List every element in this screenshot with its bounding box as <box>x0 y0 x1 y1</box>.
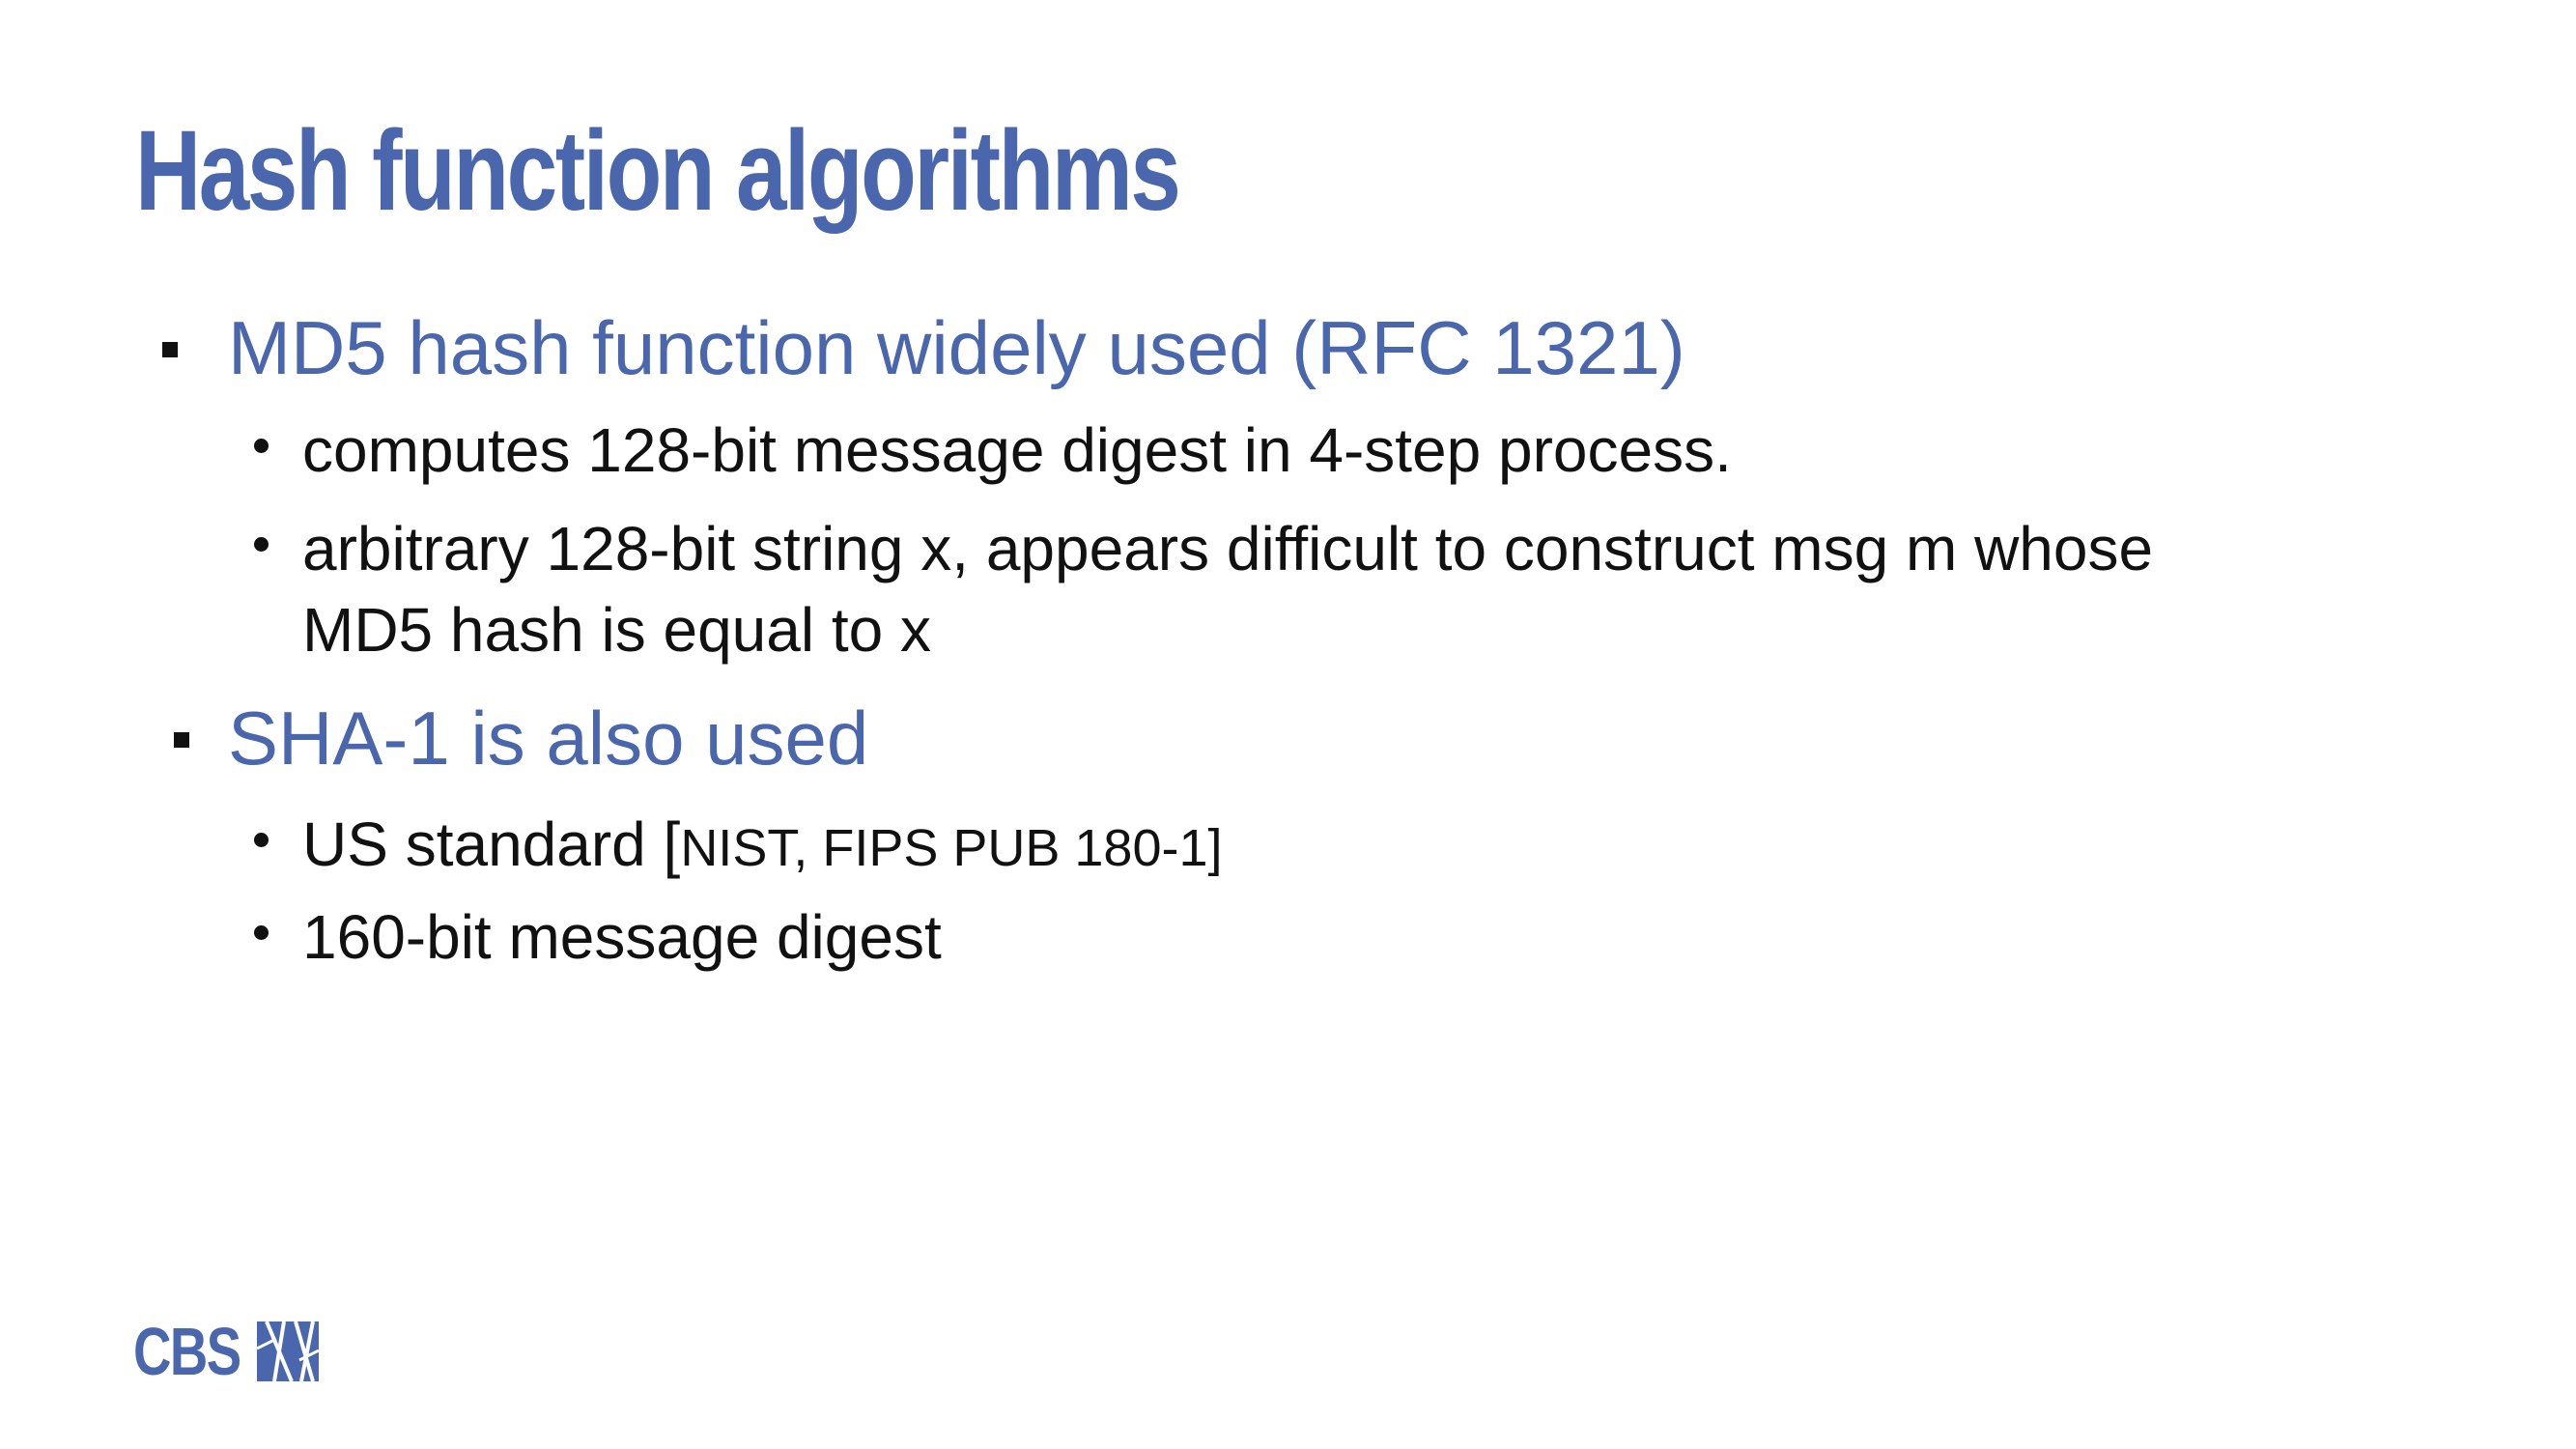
subbullet-sha1-digest: 160-bit message digest <box>254 896 2476 978</box>
subbullet-md5-preimage: arbitrary 128-bit string x, appears diff… <box>254 508 2476 670</box>
square-bullet-icon <box>162 342 178 357</box>
bullet-md5-text: MD5 hash function widely used (RFC 1321) <box>228 305 1685 390</box>
subbullet-md5-digest: computes 128-bit message digest in 4-ste… <box>254 410 2476 491</box>
slide-title: Hash function algorithms <box>135 107 1181 235</box>
subbullet-sha1-standard: US standard [NIST, FIPS PUB 180-1] <box>254 804 2476 889</box>
round-bullet-icon <box>254 537 269 552</box>
subbullet-md5-preimage-line2: MD5 hash is equal to x <box>302 595 931 665</box>
cbs-logo: CBS <box>133 1314 319 1389</box>
square-bullet-icon <box>174 732 189 748</box>
cbs-emblem-icon <box>256 1321 319 1381</box>
bullet-sha1-text: SHA-1 is also used <box>228 696 869 781</box>
bullet-sha1: SHA-1 is also used <box>174 696 869 781</box>
subbullet-md5-digest-text: computes 128-bit message digest in 4-ste… <box>302 415 1732 485</box>
round-bullet-icon <box>254 833 269 847</box>
bullet-md5: MD5 hash function widely used (RFC 1321) <box>162 305 1685 390</box>
round-bullet-icon <box>254 439 269 453</box>
logo-text: CBS <box>133 1314 241 1389</box>
round-bullet-icon <box>254 925 269 940</box>
subbullet-sha1-standard-text: US standard [ <box>302 810 681 879</box>
slide: Hash function algorithms MD5 hash functi… <box>0 0 2576 1449</box>
subbullet-sha1-standard-ref: NIST, FIPS PUB 180-1] <box>680 819 1223 877</box>
subbullet-md5-preimage-line1: arbitrary 128-bit string x, appears diff… <box>302 514 2154 583</box>
subbullet-sha1-digest-text: 160-bit message digest <box>302 902 942 972</box>
